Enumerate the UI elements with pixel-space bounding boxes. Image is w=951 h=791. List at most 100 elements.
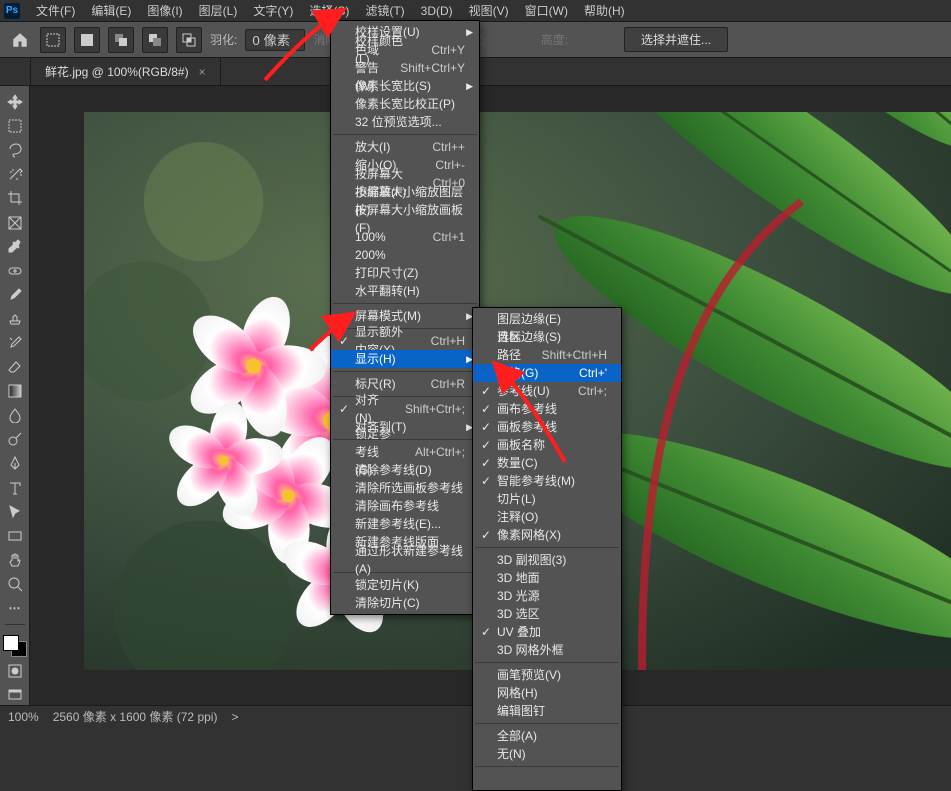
close-icon[interactable]: × xyxy=(199,65,206,79)
healing-brush-tool[interactable] xyxy=(4,261,26,281)
dodge-tool[interactable] xyxy=(4,429,26,449)
view-menu-item[interactable]: 放大(I)Ctrl++ xyxy=(331,138,479,156)
view-menu-item[interactable]: 清除画布参考线 xyxy=(331,497,479,515)
view-menu-item[interactable]: 水平翻转(H) xyxy=(331,282,479,300)
show-submenu-item[interactable]: 选区边缘(S) xyxy=(473,328,621,346)
blur-tool[interactable] xyxy=(4,405,26,425)
view-menu-item[interactable]: 锁定切片(K) xyxy=(331,576,479,594)
marquee-subtract[interactable] xyxy=(142,27,168,53)
show-submenu-item[interactable] xyxy=(473,770,621,788)
show-submenu-item[interactable]: ✓参考线(U)Ctrl+; xyxy=(473,382,621,400)
menu-image[interactable]: 图像(I) xyxy=(139,0,190,21)
show-submenu-item[interactable]: 目标路径(P)Shift+Ctrl+H xyxy=(473,346,621,364)
view-menu-item[interactable]: 新建参考线(E)... xyxy=(331,515,479,533)
view-menu-item[interactable]: 100%Ctrl+1 xyxy=(331,228,479,246)
zoom-tool[interactable] xyxy=(4,574,26,594)
menu-filter[interactable]: 滤镜(T) xyxy=(357,0,412,21)
view-menu-item[interactable]: 清除参考线(D) xyxy=(331,461,479,479)
view-menu-item[interactable]: 色域警告(W)Shift+Ctrl+Y xyxy=(331,59,479,77)
history-brush-tool[interactable] xyxy=(4,333,26,353)
menu-item-label: 全部(A) xyxy=(497,727,537,745)
view-menu-item[interactable]: 清除切片(C) xyxy=(331,594,479,612)
eraser-tool[interactable] xyxy=(4,357,26,377)
view-menu-item[interactable]: 32 位预览选项... xyxy=(331,113,479,131)
view-menu-item[interactable]: 清除所选画板参考线 xyxy=(331,479,479,497)
foreground-color[interactable] xyxy=(3,635,19,651)
marquee-add[interactable] xyxy=(108,27,134,53)
marquee-new[interactable] xyxy=(74,27,100,53)
show-submenu-item[interactable]: 图层边缘(E) xyxy=(473,310,621,328)
menu-3d[interactable]: 3D(D) xyxy=(413,2,461,20)
show-submenu-item[interactable]: ✓UV 叠加 xyxy=(473,623,621,641)
view-menu-item[interactable]: 200% xyxy=(331,246,479,264)
show-submenu-item[interactable]: ✓画板参考线 xyxy=(473,418,621,436)
edit-toolbar[interactable]: ⋯ xyxy=(4,598,26,618)
view-menu-separator xyxy=(333,371,477,372)
show-submenu-item[interactable]: ✓智能参考线(M) xyxy=(473,472,621,490)
move-tool[interactable] xyxy=(4,92,26,112)
crop-tool[interactable] xyxy=(4,188,26,208)
tool-preset[interactable] xyxy=(40,27,66,53)
frame-tool[interactable] xyxy=(4,212,26,232)
menu-file[interactable]: 文件(F) xyxy=(28,0,83,21)
show-submenu-item[interactable]: 全部(A) xyxy=(473,727,621,745)
view-menu-item[interactable]: ✓对齐(N)Shift+Ctrl+; xyxy=(331,400,479,418)
gradient-tool[interactable] xyxy=(4,381,26,401)
view-menu-item[interactable]: 标尺(R)Ctrl+R xyxy=(331,375,479,393)
view-menu-item[interactable]: 锁定参考线(G)Alt+Ctrl+; xyxy=(331,443,479,461)
menu-type[interactable]: 文字(Y) xyxy=(245,0,301,21)
home-icon[interactable] xyxy=(8,28,32,52)
view-menu-item[interactable]: 对齐到(T)▶ xyxy=(331,418,479,436)
show-submenu-item[interactable]: ✓像素网格(X) xyxy=(473,526,621,544)
show-submenu-item[interactable]: ✓画布参考线 xyxy=(473,400,621,418)
pen-tool[interactable] xyxy=(4,453,26,473)
view-menu-item[interactable]: 通过形状新建参考线(A) xyxy=(331,551,479,569)
feather-input[interactable] xyxy=(245,29,305,51)
menu-help[interactable]: 帮助(H) xyxy=(576,0,633,21)
path-selection-tool[interactable] xyxy=(4,502,26,522)
menu-view[interactable]: 视图(V) xyxy=(461,0,517,21)
view-menu-item[interactable]: 像素长宽比(S)▶ xyxy=(331,77,479,95)
zoom-level[interactable]: 100% xyxy=(8,710,39,724)
view-menu-item[interactable]: 校样颜色(L)Ctrl+Y xyxy=(331,41,479,59)
view-menu-item[interactable]: 打印尺寸(Z) xyxy=(331,264,479,282)
eyedropper-tool[interactable] xyxy=(4,237,26,257)
view-menu-item[interactable]: 像素长宽比校正(P) xyxy=(331,95,479,113)
show-submenu-item[interactable]: ✓画板名称 xyxy=(473,436,621,454)
rectangle-tool[interactable] xyxy=(4,526,26,546)
view-menu-item[interactable]: ✓显示额外内容(X)Ctrl+H xyxy=(331,332,479,350)
lasso-tool[interactable] xyxy=(4,140,26,160)
show-submenu-item[interactable]: 网格(G)Ctrl+' xyxy=(473,364,621,382)
hand-tool[interactable] xyxy=(4,550,26,570)
quick-mask[interactable] xyxy=(4,661,26,681)
show-submenu-item[interactable]: ✓数量(C) xyxy=(473,454,621,472)
show-submenu-item[interactable]: 注释(O) xyxy=(473,508,621,526)
brush-tool[interactable] xyxy=(4,285,26,305)
select-and-mask-button[interactable]: 选择并遮住... xyxy=(624,27,728,52)
show-submenu-item[interactable]: 3D 副视图(3) xyxy=(473,551,621,569)
show-submenu-item[interactable]: 切片(L) xyxy=(473,490,621,508)
color-swatches[interactable] xyxy=(3,635,27,657)
view-menu-item[interactable]: 显示(H)▶ xyxy=(331,350,479,368)
menu-edit[interactable]: 编辑(E) xyxy=(83,0,139,21)
show-submenu-item[interactable]: 3D 光源 xyxy=(473,587,621,605)
show-submenu-item[interactable]: 3D 地面 xyxy=(473,569,621,587)
magic-wand-tool[interactable] xyxy=(4,164,26,184)
show-submenu-item[interactable]: 网格(H) xyxy=(473,684,621,702)
menu-layer[interactable]: 图层(L) xyxy=(191,0,246,21)
show-submenu-item[interactable]: 画笔预览(V) xyxy=(473,666,621,684)
menu-window[interactable]: 窗口(W) xyxy=(517,0,576,21)
rectangular-marquee-tool[interactable] xyxy=(4,116,26,136)
clone-stamp-tool[interactable] xyxy=(4,309,26,329)
show-submenu-item[interactable]: 无(N) xyxy=(473,745,621,763)
type-tool[interactable] xyxy=(4,478,26,498)
menu-select[interactable]: 选择(S) xyxy=(301,0,357,21)
screen-mode[interactable] xyxy=(4,685,26,705)
show-submenu-item[interactable]: 3D 选区 xyxy=(473,605,621,623)
document-tab[interactable]: 鲜花.jpg @ 100%(RGB/8#) × xyxy=(30,57,221,85)
show-submenu-item[interactable]: 3D 网格外框 xyxy=(473,641,621,659)
show-submenu-item[interactable]: 编辑图钉 xyxy=(473,702,621,720)
view-menu-item[interactable]: 按屏幕大小缩放画板(F) xyxy=(331,210,479,228)
marquee-intersect[interactable] xyxy=(176,27,202,53)
info-caret-icon[interactable]: > xyxy=(231,710,238,724)
